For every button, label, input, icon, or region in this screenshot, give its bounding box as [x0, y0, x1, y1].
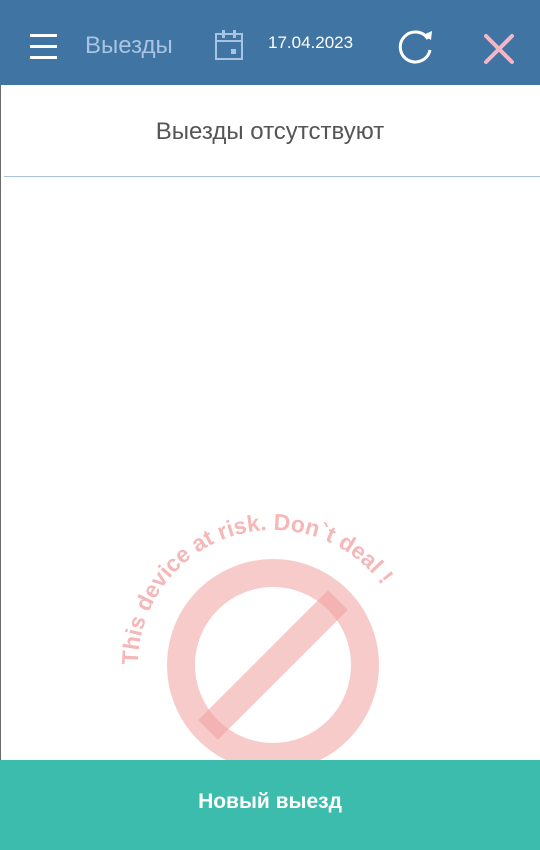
- app-bar: Выезды 17.04.2023: [0, 0, 540, 85]
- content-border: [0, 85, 1, 765]
- calendar-icon[interactable]: [214, 29, 244, 61]
- menu-icon[interactable]: [29, 30, 59, 64]
- watermark-text: This device at risk. Don`t deal !: [120, 512, 399, 665]
- empty-state-message: Выезды отсутствуют: [155, 118, 385, 145]
- page-title: Выезды: [85, 32, 173, 59]
- new-trip-button[interactable]: Новый выезд: [0, 760, 540, 850]
- new-trip-button-label: Новый выезд: [198, 790, 342, 813]
- refresh-icon[interactable]: [394, 27, 436, 65]
- divider: [4, 176, 540, 177]
- svg-text:This device at risk. Don`t dea: This device at risk. Don`t deal !: [120, 512, 399, 665]
- date-selector[interactable]: 17.04.2023: [268, 33, 353, 53]
- close-icon[interactable]: [481, 31, 517, 67]
